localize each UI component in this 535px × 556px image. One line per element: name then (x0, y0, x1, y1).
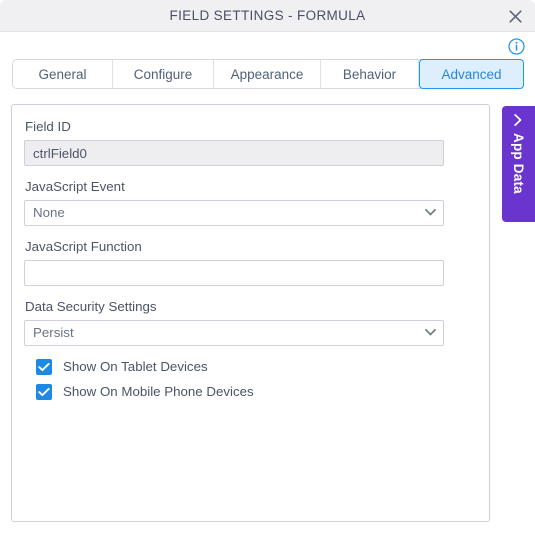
app-data-label: App Data (511, 133, 526, 194)
field-settings-dialog: FIELD SETTINGS - FORMULA General Configu… (0, 0, 535, 556)
chevron-left-icon (514, 114, 524, 127)
advanced-tab-panel: Field ID JavaScript Event None JavaScrip (11, 104, 490, 522)
device-visibility-options: Show On Tablet Devices Show On Mobile Ph… (24, 359, 477, 400)
javascript-function-label: JavaScript Function (25, 239, 142, 254)
info-row (0, 32, 535, 58)
field-id-input[interactable] (24, 140, 444, 166)
dialog-titlebar: FIELD SETTINGS - FORMULA (0, 0, 535, 32)
javascript-event-select[interactable]: None (24, 200, 444, 226)
tab-behavior[interactable]: Behavior (321, 60, 419, 88)
data-security-settings-select[interactable]: Persist (24, 320, 444, 346)
app-data-panel-toggle[interactable]: App Data (502, 106, 535, 222)
javascript-function-group: JavaScript Function (24, 239, 477, 286)
checkbox-show-on-tablet-devices[interactable] (36, 359, 52, 375)
checkbox-label-show-on-tablet-devices: Show On Tablet Devices (63, 359, 208, 374)
field-id-label: Field ID (25, 119, 71, 134)
tab-appearance[interactable]: Appearance (214, 60, 321, 88)
javascript-event-group: JavaScript Event None (24, 179, 477, 226)
info-icon[interactable] (508, 38, 525, 55)
checkbox-row-show-on-tablet-devices[interactable]: Show On Tablet Devices (36, 359, 477, 375)
javascript-event-label: JavaScript Event (25, 179, 125, 194)
data-security-settings-group: Data Security Settings Persist (24, 299, 477, 346)
tab-general[interactable]: General (13, 60, 113, 88)
tab-configure[interactable]: Configure (113, 60, 214, 88)
javascript-function-input[interactable] (24, 260, 444, 286)
field-id-group: Field ID (24, 119, 477, 166)
dialog-title: FIELD SETTINGS - FORMULA (169, 8, 366, 23)
checkbox-label-show-on-mobile-phone-devices: Show On Mobile Phone Devices (63, 384, 254, 399)
checkbox-row-show-on-mobile-phone-devices[interactable]: Show On Mobile Phone Devices (36, 384, 477, 400)
close-icon[interactable] (503, 4, 527, 28)
settings-tabbar: General Configure Appearance Behavior Ad… (12, 59, 524, 89)
checkbox-show-on-mobile-phone-devices[interactable] (36, 384, 52, 400)
tab-advanced[interactable]: Advanced (419, 59, 524, 89)
data-security-settings-label: Data Security Settings (25, 299, 157, 314)
